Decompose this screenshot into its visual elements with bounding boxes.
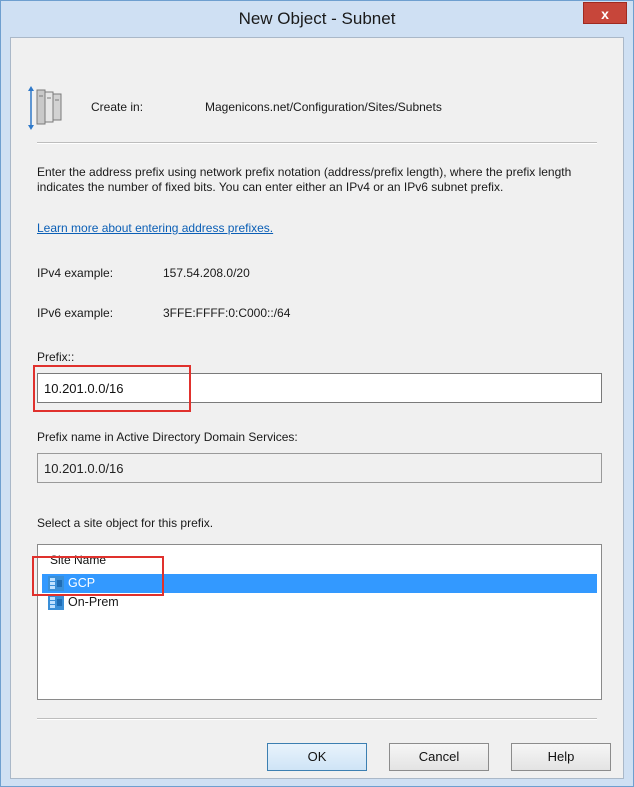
ipv6-example-value: 3FFE:FFFF:0:C000::/64 <box>163 306 291 320</box>
header-divider <box>37 142 597 144</box>
learn-more-link[interactable]: Learn more about entering address prefix… <box>37 221 273 235</box>
ipv6-example: IPv6 example: 3FFE:FFFF:0:C000::/64 <box>37 306 290 320</box>
ad-name-label: Prefix name in Active Directory Domain S… <box>37 430 298 444</box>
dialog-title: New Object - Subnet <box>238 9 396 28</box>
prefix-input[interactable] <box>37 373 602 403</box>
ipv6-example-label: IPv6 example: <box>37 306 114 320</box>
create-in-label: Create in: <box>91 100 144 114</box>
close-button[interactable]: x <box>583 2 627 24</box>
site-icon <box>48 576 64 591</box>
site-row-label: GCP <box>68 576 96 590</box>
book-arrows-icon <box>28 86 62 130</box>
footer-divider <box>37 718 597 720</box>
ad-name-field: 10.201.0.0/16 <box>37 453 602 483</box>
title-bar[interactable]: New Object - Subnet x <box>1 1 633 37</box>
site-name-column-header[interactable]: Site Name <box>50 553 106 567</box>
dialog-window: New Object - Subnet x Create in: Magenic… <box>0 0 634 787</box>
ipv4-example: IPv4 example: 157.54.208.0/20 <box>37 266 250 280</box>
help-button[interactable]: Help <box>511 743 611 771</box>
site-icon <box>48 595 64 610</box>
description-text: Enter the address prefix using network p… <box>37 165 572 194</box>
site-row-on-prem[interactable]: On-Prem <box>42 593 597 612</box>
site-select-label: Select a site object for this prefix. <box>37 516 214 530</box>
ipv4-example-label: IPv4 example: <box>37 266 114 280</box>
dialog-body: Create in: Magenicons.net/Configuration/… <box>10 37 624 779</box>
site-row-label: On-Prem <box>68 595 119 609</box>
prefix-label: Prefix:: <box>37 350 75 364</box>
ipv4-example-value: 157.54.208.0/20 <box>163 266 250 280</box>
create-in-path: Magenicons.net/Configuration/Sites/Subne… <box>205 100 442 114</box>
site-row-gcp[interactable]: GCP <box>42 574 597 593</box>
ok-button[interactable]: OK <box>267 743 367 771</box>
cancel-button[interactable]: Cancel <box>389 743 489 771</box>
site-list[interactable]: Site Name GCP On-Prem <box>37 544 602 700</box>
